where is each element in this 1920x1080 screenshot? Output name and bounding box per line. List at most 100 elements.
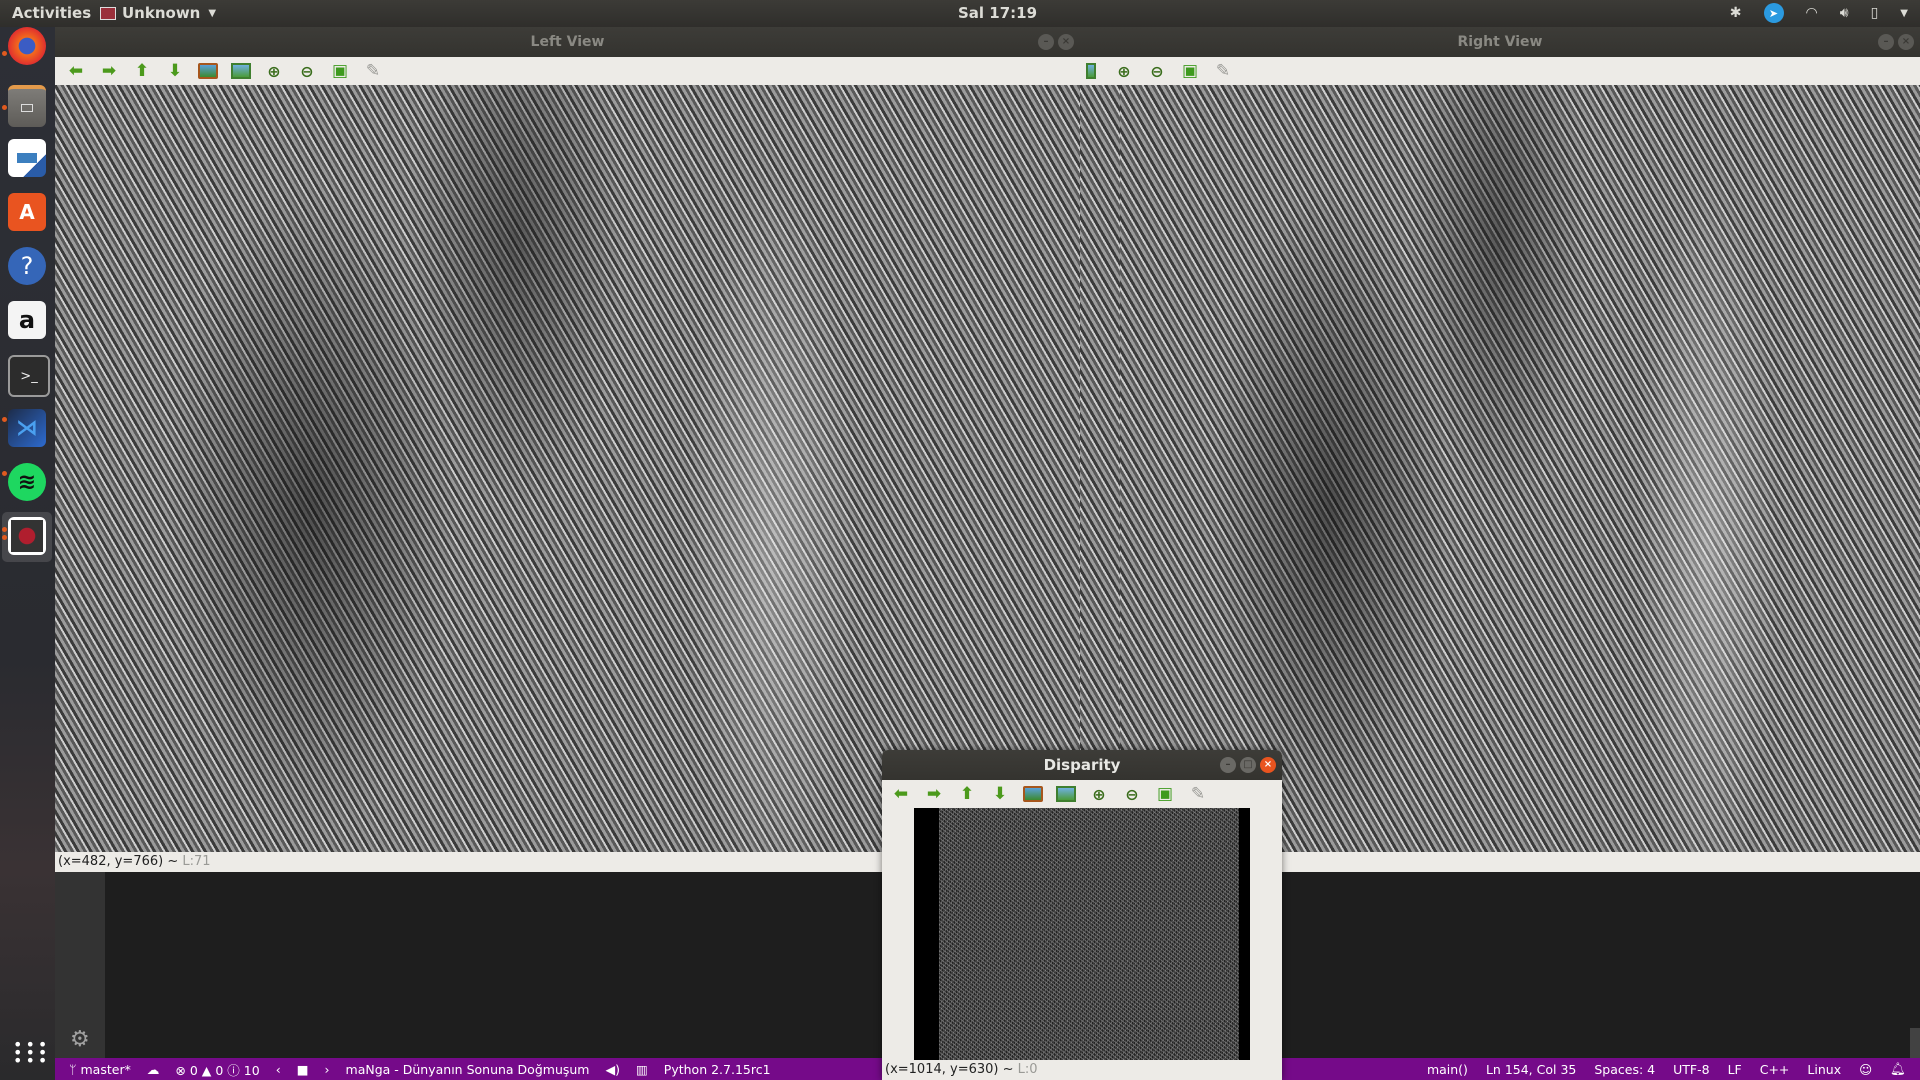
wifi-icon[interactable]: ◠ (1806, 5, 1818, 21)
bluetooth-icon[interactable]: ✱ (1730, 5, 1742, 21)
app-menu-label: Unknown (122, 4, 201, 22)
language-mode[interactable]: C++ (1760, 1062, 1790, 1077)
vscode-icon: ⋊ (16, 415, 38, 441)
dock-item-terminal[interactable]: >_ (8, 355, 50, 397)
dock-item-opencv[interactable] (8, 517, 46, 555)
zoom-out-icon[interactable]: ⊖ (296, 60, 318, 82)
zoom-in-icon[interactable]: ⊕ (1088, 783, 1110, 805)
pan-left-icon[interactable]: ⬅ (65, 60, 87, 82)
zoom-in-icon[interactable]: ⊕ (263, 60, 285, 82)
dock-item-help[interactable]: ? (8, 247, 46, 285)
dock: A ? a >_ ⋊ ≋ ••• ••• ••• (0, 27, 55, 1080)
pan-down-icon[interactable]: ⬇ (164, 60, 186, 82)
next-track-icon[interactable]: › (325, 1062, 330, 1077)
close-button[interactable]: × (1260, 757, 1276, 773)
disparity-titlebar[interactable]: Disparity – □ × (882, 750, 1282, 780)
zoom-fit-icon[interactable] (1086, 63, 1096, 79)
left-view-titlebar[interactable]: Left View – × (55, 27, 1080, 57)
pan-right-icon[interactable]: ➡ (923, 783, 945, 805)
clock[interactable]: Sal 17:19 (958, 4, 1037, 22)
dock-item-files[interactable] (8, 85, 46, 127)
minimize-button[interactable]: – (1878, 34, 1894, 50)
volume-icon[interactable]: 🔊︎ (1840, 5, 1849, 21)
system-tray: ✱ ➤ ◠ 🔊︎ ▯ ▼ (1730, 3, 1908, 23)
save-icon[interactable]: ▣ (1179, 60, 1201, 82)
branch-indicator[interactable]: ᛘ master* (69, 1062, 131, 1077)
left-image-view[interactable] (55, 85, 1080, 852)
opencv-window-icon (11, 520, 43, 552)
running-indicator (2, 417, 7, 422)
close-button[interactable]: × (1898, 34, 1914, 50)
save-icon[interactable]: ▣ (1154, 783, 1176, 805)
right-view-titlebar[interactable]: Right View – × (1080, 27, 1920, 57)
indentation[interactable]: Spaces: 4 (1594, 1062, 1655, 1077)
now-playing[interactable]: maNga - Dünyanın Sonuna Doğmuşum (346, 1062, 590, 1077)
running-indicator (2, 471, 7, 476)
problems-indicator[interactable]: ⊗ 0 ▲ 0 ⓘ 10 (175, 1060, 259, 1079)
properties-icon[interactable]: ✎ (1212, 60, 1234, 82)
pan-up-icon[interactable]: ⬆ (131, 60, 153, 82)
python-interpreter[interactable]: Python 2.7.15rc1 (664, 1062, 771, 1077)
pan-down-icon[interactable]: ⬇ (989, 783, 1011, 805)
book-icon[interactable]: ▥ (636, 1062, 648, 1077)
dock-item-software[interactable]: A (8, 193, 46, 231)
platform[interactable]: Linux (1807, 1062, 1841, 1077)
pan-right-icon[interactable]: ➡ (98, 60, 120, 82)
zoom-original-icon[interactable] (1023, 786, 1043, 802)
telegram-icon[interactable]: ➤ (1763, 3, 1784, 23)
stop-icon[interactable]: ■ (297, 1062, 309, 1077)
dock-item-amazon[interactable]: a (8, 301, 46, 339)
battery-icon[interactable]: ▯ (1871, 5, 1879, 21)
feedback-smiley-icon[interactable]: ☺ (1859, 1062, 1872, 1077)
activities-button[interactable]: Activities (12, 4, 91, 22)
terminal-icon: >_ (20, 368, 38, 384)
dock-item-impress[interactable] (8, 139, 46, 177)
pixel-coords: (x=482, y=766) ~ (58, 854, 183, 869)
right-image-view[interactable] (1080, 85, 1920, 852)
app-icon (100, 6, 116, 20)
encoding[interactable]: UTF-8 (1673, 1062, 1709, 1077)
dock-item-vscode[interactable]: ⋊ (8, 409, 46, 447)
zoom-out-icon[interactable]: ⊖ (1121, 783, 1143, 805)
save-icon[interactable]: ▣ (329, 60, 351, 82)
left-view-toolbar: ⬅ ➡ ⬆ ⬇ ⊕ ⊖ ▣ ✎ (55, 57, 1080, 85)
dock-item-firefox[interactable] (8, 27, 46, 65)
show-applications-icon[interactable]: ••• ••• ••• (13, 1037, 50, 1069)
sync-icon[interactable]: ☁ (147, 1062, 160, 1077)
zoom-original-icon[interactable] (198, 63, 218, 79)
dock-item-spotify[interactable]: ≋ (8, 463, 46, 501)
zoom-fit-icon[interactable] (1056, 786, 1076, 802)
zoom-in-icon[interactable]: ⊕ (1113, 60, 1135, 82)
activity-bar: ⚙ (55, 872, 105, 1058)
scrollbar[interactable] (1910, 1028, 1920, 1058)
cursor-position[interactable]: Ln 154, Col 35 (1486, 1062, 1576, 1077)
app-menu[interactable]: Unknown ▼ (100, 4, 216, 22)
minimize-button[interactable]: – (1038, 34, 1054, 50)
volume-icon[interactable]: ◀) (605, 1062, 620, 1077)
current-function[interactable]: main() (1427, 1062, 1468, 1077)
chevron-down-icon: ▼ (208, 7, 217, 19)
previous-track-icon[interactable]: ‹ (276, 1062, 281, 1077)
line-ending[interactable]: LF (1728, 1062, 1742, 1077)
zoom-out-icon[interactable]: ⊖ (1146, 60, 1168, 82)
notifications-bell-icon[interactable]: 🔔︎ (1890, 1061, 1906, 1077)
properties-icon[interactable]: ✎ (362, 60, 384, 82)
maximize-button[interactable]: □ (1240, 757, 1256, 773)
gear-icon[interactable]: ⚙ (70, 1027, 90, 1052)
disparity-window: Disparity – □ × ⬅ ➡ ⬆ ⬇ ⊕ ⊖ ▣ ✎ (x=1014,… (882, 750, 1282, 1080)
zoom-fit-icon[interactable] (231, 63, 251, 79)
disparity-image-view[interactable] (914, 808, 1250, 1060)
properties-icon[interactable]: ✎ (1187, 783, 1209, 805)
disparity-toolbar: ⬅ ➡ ⬆ ⬇ ⊕ ⊖ ▣ ✎ (882, 780, 1282, 808)
pan-up-icon[interactable]: ⬆ (956, 783, 978, 805)
pan-left-icon[interactable]: ⬅ (890, 783, 912, 805)
pixel-level: L:0 (1017, 1062, 1038, 1077)
git-branch-icon: ᛘ (69, 1061, 77, 1077)
pixel-coords: (x=1014, y=630) ~ (885, 1062, 1018, 1077)
minimize-button[interactable]: – (1220, 757, 1236, 773)
info-icon: ⓘ (227, 1062, 240, 1078)
system-menu-icon[interactable]: ▼ (1900, 8, 1908, 19)
running-indicator (2, 105, 7, 110)
close-button[interactable]: × (1058, 34, 1074, 50)
top-bar: Activities Unknown ▼ Sal 17:19 ✱ ➤ ◠ 🔊︎ … (0, 0, 1920, 27)
